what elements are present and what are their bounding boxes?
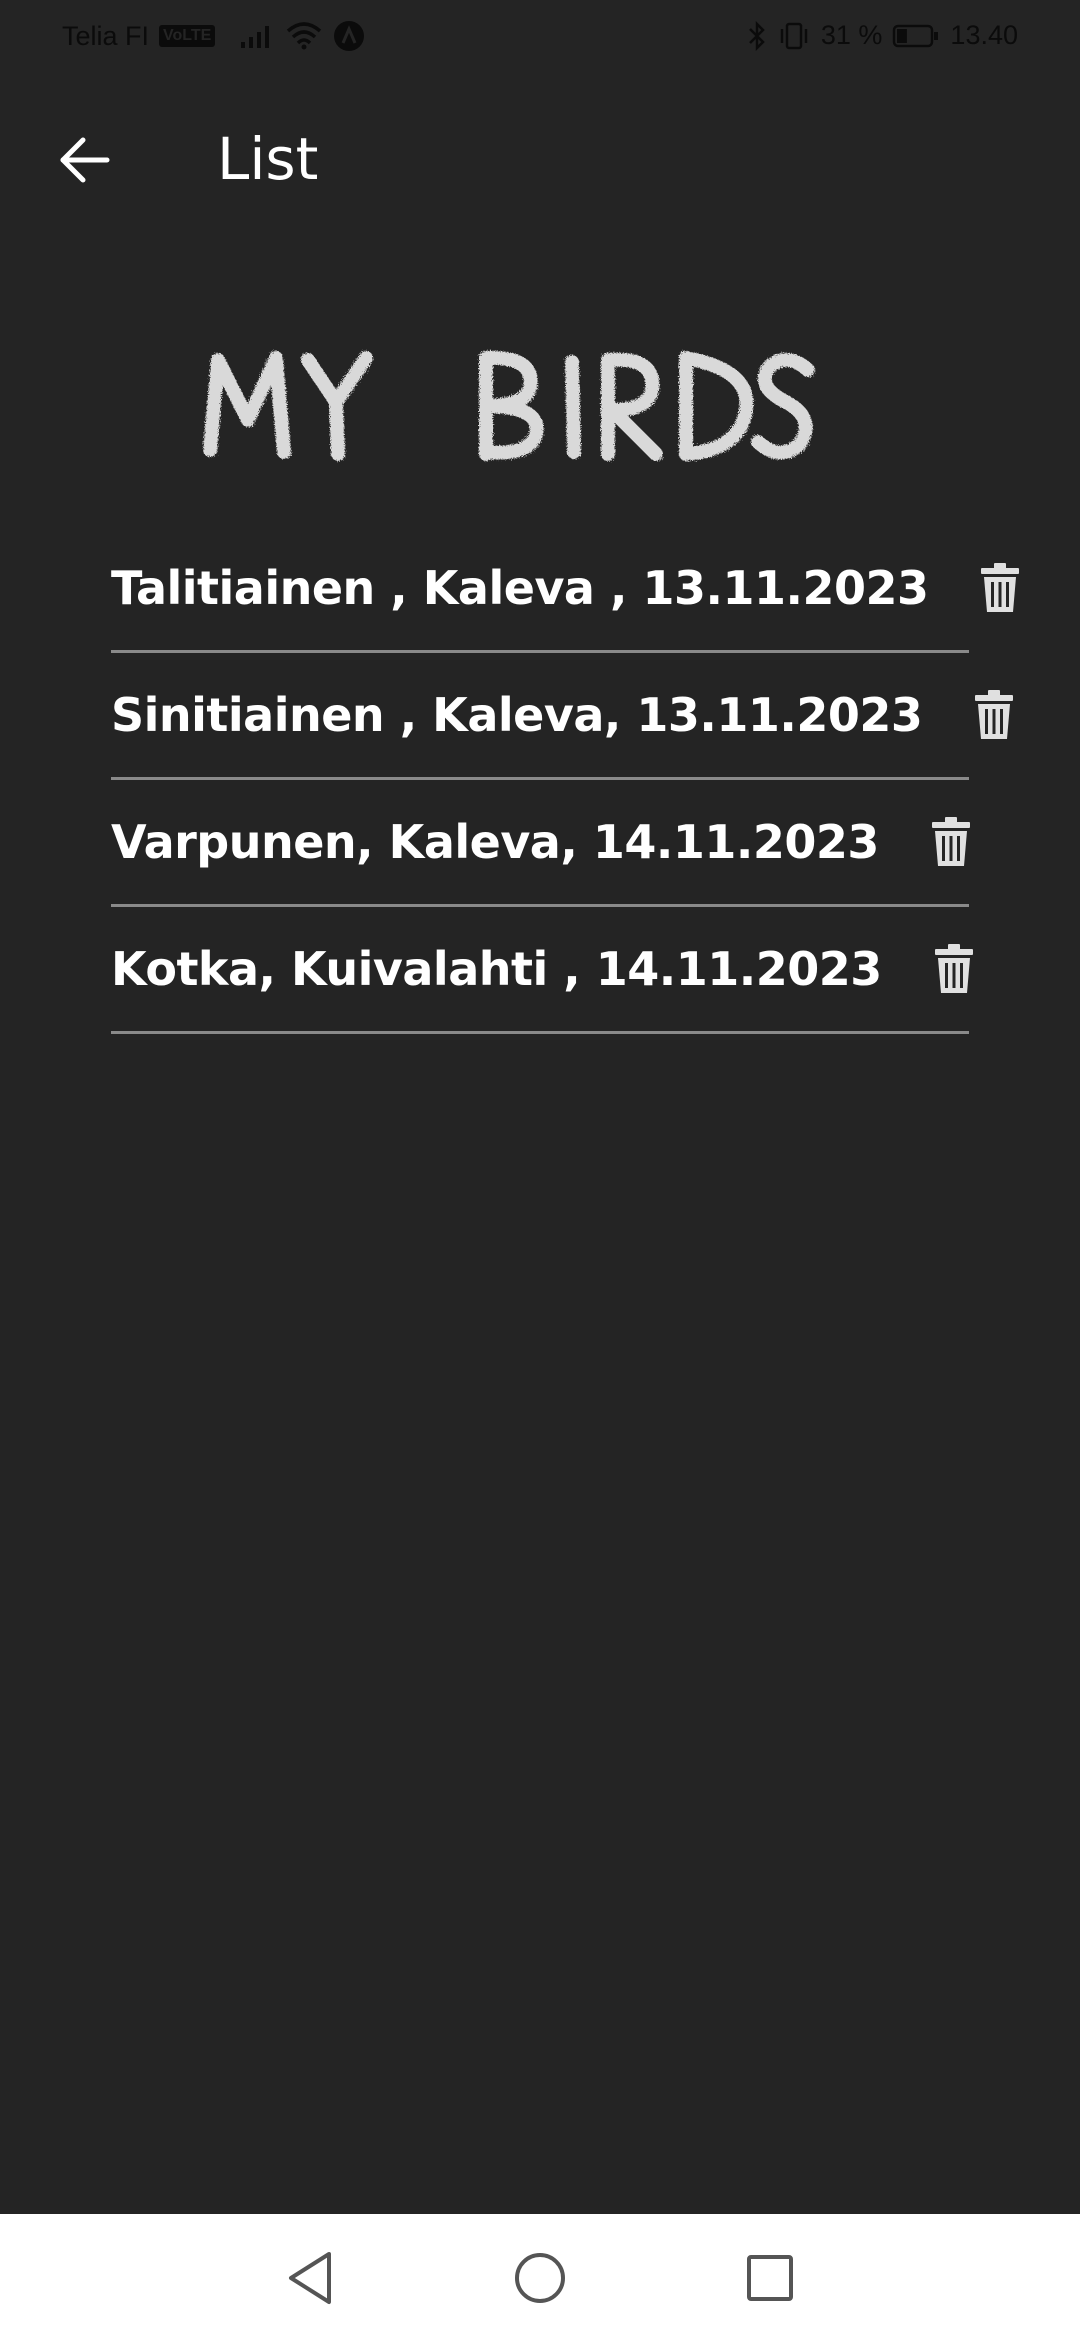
status-bar: Telia FI VoLTE 31 % 13.40 [0, 0, 1080, 76]
page-title: List [217, 125, 319, 193]
my-birds-logo [196, 330, 816, 480]
bird-list: Talitiainen , Kaleva , 13.11.2023 Siniti… [111, 526, 1020, 1034]
status-right: 31 % 13.40 [747, 20, 1018, 51]
back-triangle-icon [289, 2252, 331, 2304]
system-nav-bar [0, 2214, 1080, 2340]
bluetooth-icon [747, 20, 767, 51]
volte-badge: VoLTE [159, 25, 216, 47]
delete-button[interactable] [931, 814, 971, 870]
list-item[interactable]: Kotka, Kuivalahti , 14.11.2023 [111, 907, 973, 1034]
bird-entry-label: Kotka, Kuivalahti , 14.11.2023 [111, 942, 882, 996]
wifi-icon [285, 21, 323, 51]
notification-icon [333, 20, 365, 52]
battery-percent: 31 % [820, 20, 883, 50]
clock: 13.40 [950, 20, 1018, 50]
bird-entry-label: Varpunen, Kaleva, 14.11.2023 [111, 815, 879, 869]
app-bar: List [0, 76, 1080, 244]
list-item[interactable]: Varpunen, Kaleva, 14.11.2023 [111, 780, 971, 907]
home-circle-icon [515, 2253, 565, 2303]
system-back-button[interactable] [282, 2250, 338, 2306]
carrier-label: Telia FI [62, 20, 150, 51]
bird-entry-label: Sinitiainen , Kaleva, 13.11.2023 [111, 688, 923, 742]
delete-button[interactable] [934, 941, 974, 997]
back-button[interactable] [48, 124, 120, 196]
delete-button[interactable] [980, 560, 1020, 616]
battery-icon [892, 23, 940, 49]
list-item[interactable]: Sinitiainen , Kaleva, 13.11.2023 [111, 653, 1014, 780]
trash-icon [981, 563, 1020, 612]
delete-button[interactable] [974, 687, 1014, 743]
arrow-left-icon [60, 137, 110, 183]
trash-icon [975, 690, 1014, 739]
list-item[interactable]: Talitiainen , Kaleva , 13.11.2023 [111, 526, 1020, 653]
system-home-button[interactable] [512, 2250, 568, 2306]
status-left: Telia FI VoLTE [62, 20, 365, 52]
trash-icon [934, 944, 973, 993]
recents-square-icon [747, 2255, 793, 2301]
trash-icon [931, 817, 970, 866]
bird-entry-label: Talitiainen , Kaleva , 13.11.2023 [111, 561, 929, 615]
system-recents-button[interactable] [742, 2250, 798, 2306]
vibrate-icon [777, 21, 811, 51]
signal-icon [239, 22, 275, 50]
